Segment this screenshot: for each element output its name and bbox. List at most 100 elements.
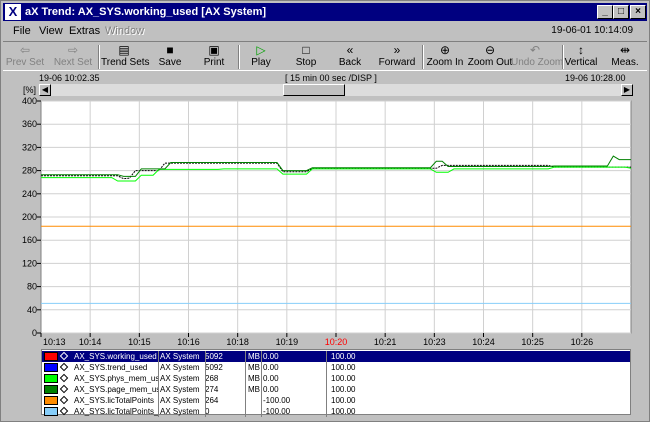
x-tick-label: 10:19 [276, 337, 299, 347]
legend-column-divider [205, 362, 206, 373]
menu-window[interactable]: Window [105, 22, 144, 40]
legend-system: AX System [160, 385, 200, 394]
toolbar-play-button[interactable]: ▷ Play [243, 43, 279, 71]
title-bar[interactable]: X aX Trend: AX_SYS.working_used [AX Syst… [3, 3, 647, 21]
trend-legend: AX_SYS.working_used AX System 5092 MB 0.00 10… [41, 349, 631, 417]
trend-chart[interactable]: 0 40 80 120 160 200 240 280 320 360 400 10:13 10:14 1… [1, 93, 650, 349]
legend-name: AX_SYS.trend_used [74, 363, 148, 372]
x-tick-label: 10:21 [374, 337, 397, 347]
menu-extras[interactable]: Extras [69, 22, 100, 40]
legend-column-divider [326, 351, 327, 362]
toolbar: ⇦ Prev Set ⇨ Next Set ▤ Trend Sets ■ Save ▣ Print… [3, 41, 647, 71]
rewind-icon: « [346, 43, 354, 57]
y-tick-label: 120 [22, 258, 37, 268]
minimize-button[interactable]: _ [597, 5, 613, 19]
diamond-marker-icon[interactable] [59, 406, 69, 416]
legend-column-divider [326, 362, 327, 373]
toolbar-meas-button[interactable]: ⇹ Meas. [607, 43, 643, 71]
legend-column-divider [326, 395, 327, 406]
legend-column-divider [245, 373, 246, 384]
legend-row[interactable]: AX_SYS.licTotalPoints_fr AX System 0 -100.0… [42, 406, 630, 417]
printer-icon: ▣ [208, 43, 220, 57]
legend-row[interactable]: AX_SYS.trend_used AX System 5092 MB 0.00 100.… [42, 362, 630, 373]
window-title: aX Trend: AX_SYS.working_used [AX System… [25, 6, 267, 18]
toolbar-next-set-button[interactable]: ⇨ Next Set [51, 43, 95, 71]
menu-file[interactable]: File [13, 22, 31, 40]
undo-icon: ↶ [529, 43, 541, 57]
arrow-right-icon: ⇨ [67, 43, 79, 57]
legend-column-divider [261, 373, 262, 384]
legend-column-divider [261, 351, 262, 362]
legend-column-divider [158, 351, 159, 362]
timeline-end: 19-06 10:28.00 [565, 73, 626, 83]
floppy-disk-icon: ■ [166, 43, 174, 57]
toolbar-zoom-out-button[interactable]: ⊖ Zoom Out [465, 43, 515, 71]
maximize-button[interactable]: □ [613, 5, 629, 19]
legend-unit: MB [248, 374, 260, 383]
diamond-marker-icon[interactable] [59, 373, 69, 383]
toolbar-label: Next Set [53, 57, 93, 68]
close-button[interactable]: × [630, 5, 646, 19]
legend-column-divider [205, 406, 206, 417]
legend-color-swatch[interactable] [44, 363, 58, 372]
legend-value: 5092 [205, 352, 223, 361]
legend-min: -100.00 [263, 396, 291, 405]
toolbar-label: Zoom Out [467, 57, 513, 68]
toolbar-label: Save [158, 57, 182, 68]
y-tick-label: 160 [22, 235, 37, 245]
legend-column-divider [158, 395, 159, 406]
legend-row[interactable]: AX_SYS.working_used AX System 5092 MB 0.00 10… [42, 351, 630, 362]
y-tick-label: 80 [27, 282, 37, 292]
legend-max: 100.00 [331, 407, 356, 416]
legend-color-swatch[interactable] [44, 374, 58, 383]
toolbar-back-button[interactable]: «Back [331, 43, 369, 71]
menu-view[interactable]: View [39, 22, 63, 40]
legend-row[interactable]: AX_SYS.page_mem_use AX System 274 MB 0.00 100… [42, 384, 630, 395]
toolbar-forward-button[interactable]: » Forward [375, 43, 419, 71]
legend-max: 100.00 [331, 374, 356, 383]
toolbar-label: Print [203, 57, 225, 68]
ax-logo-icon[interactable]: X [5, 4, 21, 20]
x-tick-label: 10:16 [177, 337, 200, 347]
legend-color-swatch[interactable] [44, 407, 58, 416]
diamond-marker-icon[interactable] [59, 395, 69, 405]
toolbar-stop-button[interactable]: □ Stop [287, 43, 325, 71]
fast-forward-icon: » [393, 43, 401, 57]
current-time: 19-06-01 10:14:09 [551, 25, 633, 36]
legend-system: AX System [160, 363, 200, 372]
legend-column-divider [205, 373, 206, 384]
legend-min: 0.00 [263, 374, 279, 383]
legend-color-swatch[interactable] [44, 385, 58, 394]
legend-value: 274 [205, 385, 219, 394]
toolbar-label: Back [338, 57, 362, 68]
legend-column-divider [158, 384, 159, 395]
toolbar-save-button[interactable]: ■ Save [151, 43, 189, 71]
legend-max: 100.00 [331, 352, 356, 361]
menu-bar: File View Extras Window 19-06-01 10:14:0… [3, 22, 647, 40]
legend-color-swatch[interactable] [44, 396, 58, 405]
legend-min: 0.00 [263, 363, 279, 372]
toolbar-prev-set-button[interactable]: ⇦ Prev Set [5, 43, 45, 71]
diamond-marker-icon[interactable] [59, 362, 69, 372]
x-tick-label: 10:24 [472, 337, 495, 347]
x-tick-label: 10:20 [325, 337, 348, 347]
legend-column-divider [326, 406, 327, 417]
diamond-marker-icon[interactable] [59, 351, 69, 361]
toolbar-print-button[interactable]: ▣ Print [193, 43, 235, 71]
diamond-marker-icon[interactable] [59, 384, 69, 394]
legend-column-divider [205, 395, 206, 406]
toolbar-label: Prev Set [5, 57, 45, 68]
timeline-start: 19-06 10:02.35 [39, 73, 100, 83]
toolbar-vertical-button[interactable]: ↕ Vertical [561, 43, 601, 71]
legend-system: AX System [160, 352, 200, 361]
legend-row[interactable]: AX_SYS.licTotalPoints AX System 264 -100.00… [42, 395, 630, 406]
x-tick-label: 10:14 [79, 337, 102, 347]
legend-row[interactable]: AX_SYS.phys_mem_use AX System 268 MB 0.00 100… [42, 373, 630, 384]
trend-window: X aX Trend: AX_SYS.working_used [AX Syst… [0, 0, 650, 422]
legend-color-swatch[interactable] [44, 352, 58, 361]
toolbar-undo-zoom-button[interactable]: ↶ Undo Zoom [511, 43, 563, 71]
toolbar-trend-sets-button[interactable]: ▤ Trend Sets [101, 43, 150, 71]
toolbar-zoom-in-button[interactable]: ⊕ Zoom In [423, 43, 467, 71]
legend-column-divider [261, 406, 262, 417]
legend-max: 100.00 [331, 396, 356, 405]
